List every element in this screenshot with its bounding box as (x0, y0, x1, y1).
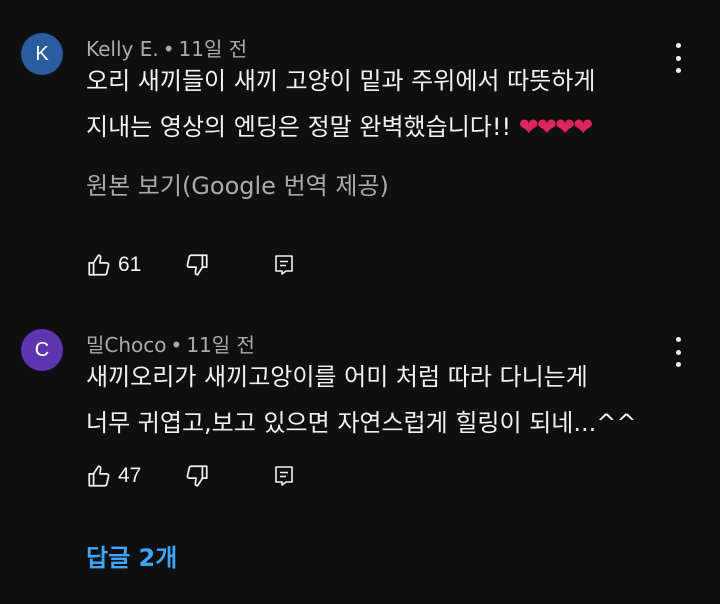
like-button[interactable]: 61 (86, 250, 141, 280)
reply-button[interactable] (272, 461, 296, 491)
comment-text: 새끼오리가 새끼고앙이를 어미 처럼 따라 다니는게 너무 귀엽고,보고 있으면… (86, 354, 686, 446)
like-count: 47 (118, 464, 142, 487)
thumbs-up-icon (88, 465, 110, 487)
see-original-link[interactable]: 원본 보기(Google 번역 제공) (86, 166, 389, 201)
reply-button[interactable] (272, 250, 296, 280)
avatar-letter: C (34, 338, 50, 361)
heart-emoji: ❤❤❤❤ (518, 113, 593, 141)
avatar[interactable]: K (21, 33, 63, 75)
comment-text-line: 지내는 영상의 엔딩은 정말 완벽했습니다!! ❤❤❤❤ (86, 113, 593, 141)
comment-text: 오리 새끼들이 새끼 고양이 밑과 주위에서 따뜻하게 지내는 영상의 엔딩은 … (86, 58, 686, 150)
thumbs-down-icon (186, 254, 208, 276)
reply-comment-icon (275, 466, 293, 486)
dislike-button[interactable] (184, 461, 210, 491)
reply-comment-icon (275, 255, 293, 275)
comment-actions: 61 (86, 250, 346, 280)
like-count: 61 (118, 253, 142, 276)
comment-text-line: 오리 새끼들이 새끼 고양이 밑과 주위에서 따뜻하게 (86, 67, 596, 95)
dislike-button[interactable] (184, 250, 210, 280)
avatar-letter: K (35, 42, 49, 65)
avatar[interactable]: C (21, 329, 63, 371)
thumbs-up-icon (88, 254, 110, 276)
comment-actions: 47 (86, 461, 346, 491)
like-button[interactable]: 47 (86, 461, 141, 491)
comment-text-line: 새끼오리가 새끼고앙이를 어미 처럼 따라 다니는게 (86, 363, 588, 391)
thumbs-down-icon (186, 465, 208, 487)
view-replies-button[interactable]: 답글 2개 (86, 538, 177, 573)
comment-text-line: 너무 귀엽고,보고 있으면 자연스럽게 힐링이 되네...^^ (86, 409, 637, 437)
